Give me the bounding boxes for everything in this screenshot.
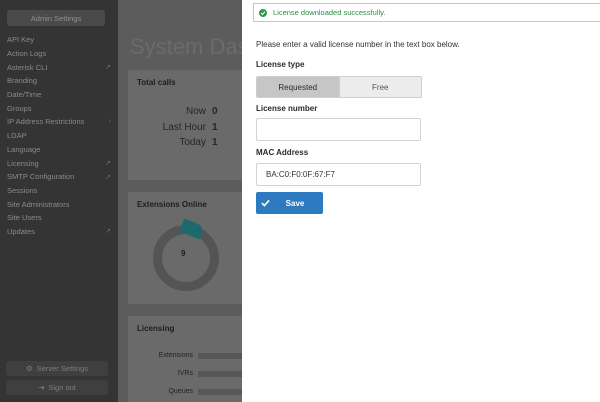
extensions-donut [153, 225, 219, 291]
external-link-icon: ↗ [105, 160, 111, 168]
mac-address-input[interactable] [256, 163, 421, 186]
license-type-label: License type [256, 60, 305, 69]
sign-out-icon: ⇥ [38, 383, 45, 392]
save-button[interactable]: Save [256, 192, 323, 214]
licensing-bar [198, 388, 248, 395]
calls-row-now: Now 0 [185, 106, 218, 117]
license-instructions: Please enter a valid license number in t… [256, 40, 460, 49]
check-icon [256, 199, 275, 207]
sidebar-item-smtp-configuration[interactable]: SMTP Configuration ↗ [0, 170, 118, 184]
page-title: System Das [130, 34, 249, 59]
extensions-online-title: Extensions Online [137, 200, 207, 209]
sidebar-item-ip-address-restrictions[interactable]: IP Address Restrictions › [0, 115, 118, 129]
sidebar-item-api-key[interactable]: API Key [0, 33, 118, 47]
admin-settings-button[interactable]: Admin Settings [7, 10, 105, 26]
license-number-label: License number [256, 104, 318, 113]
licensing-bar [198, 370, 248, 377]
chevron-right-icon: › [108, 118, 111, 126]
sidebar-item-site-administrators[interactable]: Site Administrators [0, 197, 118, 211]
save-button-label: Save [285, 198, 305, 208]
success-alert-text: License downloaded successfully. [273, 8, 386, 17]
sidebar-item-groups[interactable]: Groups [0, 101, 118, 115]
license-type-requested-option[interactable]: Requested [257, 77, 339, 97]
mac-address-label: MAC Address [256, 148, 309, 157]
external-link-icon: ↗ [105, 173, 111, 181]
sidebar-item-date-time[interactable]: Date/Time [0, 88, 118, 102]
license-modal: License downloaded successfully. Please … [242, 0, 600, 402]
calls-row-today: Today 1 [179, 137, 218, 148]
licensing-row-queues: Queues [128, 388, 248, 395]
success-alert: License downloaded successfully. [253, 3, 600, 22]
sidebar-item-sessions[interactable]: Sessions [0, 184, 118, 198]
licensing-title: Licensing [137, 324, 175, 333]
licensing-row-extensions: Extensions [128, 352, 248, 359]
gears-icon: ⚙ [25, 364, 33, 373]
server-settings-label: Server Settings [36, 364, 88, 373]
licensing-bar [198, 352, 248, 359]
sign-out-label: Sign out [48, 383, 76, 392]
sidebar-item-ldap[interactable]: LDAP [0, 129, 118, 143]
sidebar-item-action-logs[interactable]: Action Logs [0, 47, 118, 61]
sidebar-item-site-users[interactable]: Site Users [0, 211, 118, 225]
server-settings-button[interactable]: ⚙ Server Settings [6, 361, 108, 376]
calls-row-last-hour: Last Hour 1 [162, 122, 218, 133]
check-circle-icon [259, 8, 267, 17]
sidebar-item-language[interactable]: Language [0, 143, 118, 157]
sidebar-item-asterisk-cli[interactable]: Asterisk CLI ↗ [0, 60, 118, 74]
license-number-input[interactable] [256, 118, 421, 141]
sidebar-item-licensing[interactable]: Licensing ↗ [0, 156, 118, 170]
license-type-toggle: Requested Free [256, 76, 422, 98]
external-link-icon: ↗ [105, 228, 111, 236]
total-calls-card: Total calls Now 0 Last Hour 1 Today 1 [128, 70, 252, 180]
total-calls-title: Total calls [137, 78, 176, 87]
sidebar: Admin Settings API Key Action Logs Aster… [0, 0, 118, 402]
license-type-free-option[interactable]: Free [338, 77, 421, 97]
admin-settings-label: Admin Settings [30, 13, 82, 23]
extensions-online-count: 9 [181, 249, 186, 258]
sign-out-button[interactable]: ⇥ Sign out [6, 380, 108, 395]
sidebar-item-updates[interactable]: Updates ↗ [0, 225, 118, 239]
licensing-row-ivrs: IVRs [128, 370, 248, 377]
sidebar-nav: API Key Action Logs Asterisk CLI ↗ Brandi… [0, 33, 118, 238]
external-link-icon: ↗ [105, 64, 111, 72]
sidebar-item-branding[interactable]: Branding [0, 74, 118, 88]
